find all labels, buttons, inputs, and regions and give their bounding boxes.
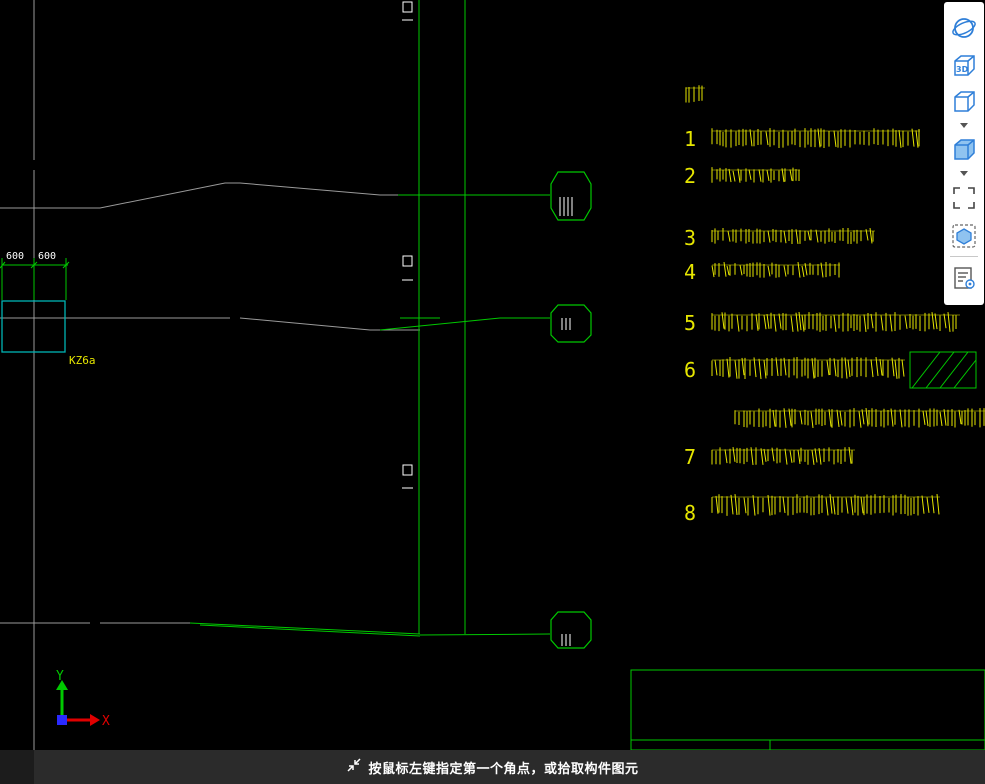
axis-y-label: Y (56, 669, 64, 684)
status-bar-left-cap (0, 750, 34, 784)
note-number-1: 1 (684, 127, 696, 151)
note-number-3: 3 (684, 226, 696, 250)
note-number-5: 5 (684, 311, 696, 335)
dimension-text-2: 600 (38, 251, 56, 262)
note-number-8: 8 (684, 501, 696, 525)
zoom-extents-icon[interactable] (948, 182, 980, 214)
chevron-down-icon[interactable] (960, 122, 968, 130)
chevron-down-icon[interactable] (960, 170, 968, 178)
cad-drawing-canvas[interactable]: 600 600 KZ6a 1 2 3 4 5 6 7 8 Y X (0, 0, 985, 784)
note-number-4: 4 (684, 260, 696, 284)
note-number-2: 2 (684, 164, 696, 188)
view-3d-label: 3D (956, 65, 969, 74)
status-bar: 按鼠标左键指定第一个角点，或拾取构件图元 (0, 750, 985, 784)
select-component-icon[interactable] (948, 220, 980, 252)
note-number-6: 6 (684, 358, 696, 382)
properties-view-icon[interactable] (948, 262, 980, 294)
dimension-text-1: 600 (6, 251, 24, 262)
column-label: KZ6a (69, 354, 96, 367)
view-toolbar: 3D (944, 2, 984, 305)
note-number-7: 7 (684, 445, 696, 469)
orbit-icon[interactable] (948, 12, 980, 44)
axis-x-label: X (102, 714, 110, 729)
view-cube-icon[interactable] (948, 86, 980, 118)
collapse-icon[interactable] (346, 757, 362, 777)
status-message: 按鼠标左键指定第一个角点，或拾取构件图元 (368, 761, 639, 777)
view-3d-icon[interactable]: 3D (948, 50, 980, 82)
view-cube-shaded-icon[interactable] (948, 134, 980, 166)
